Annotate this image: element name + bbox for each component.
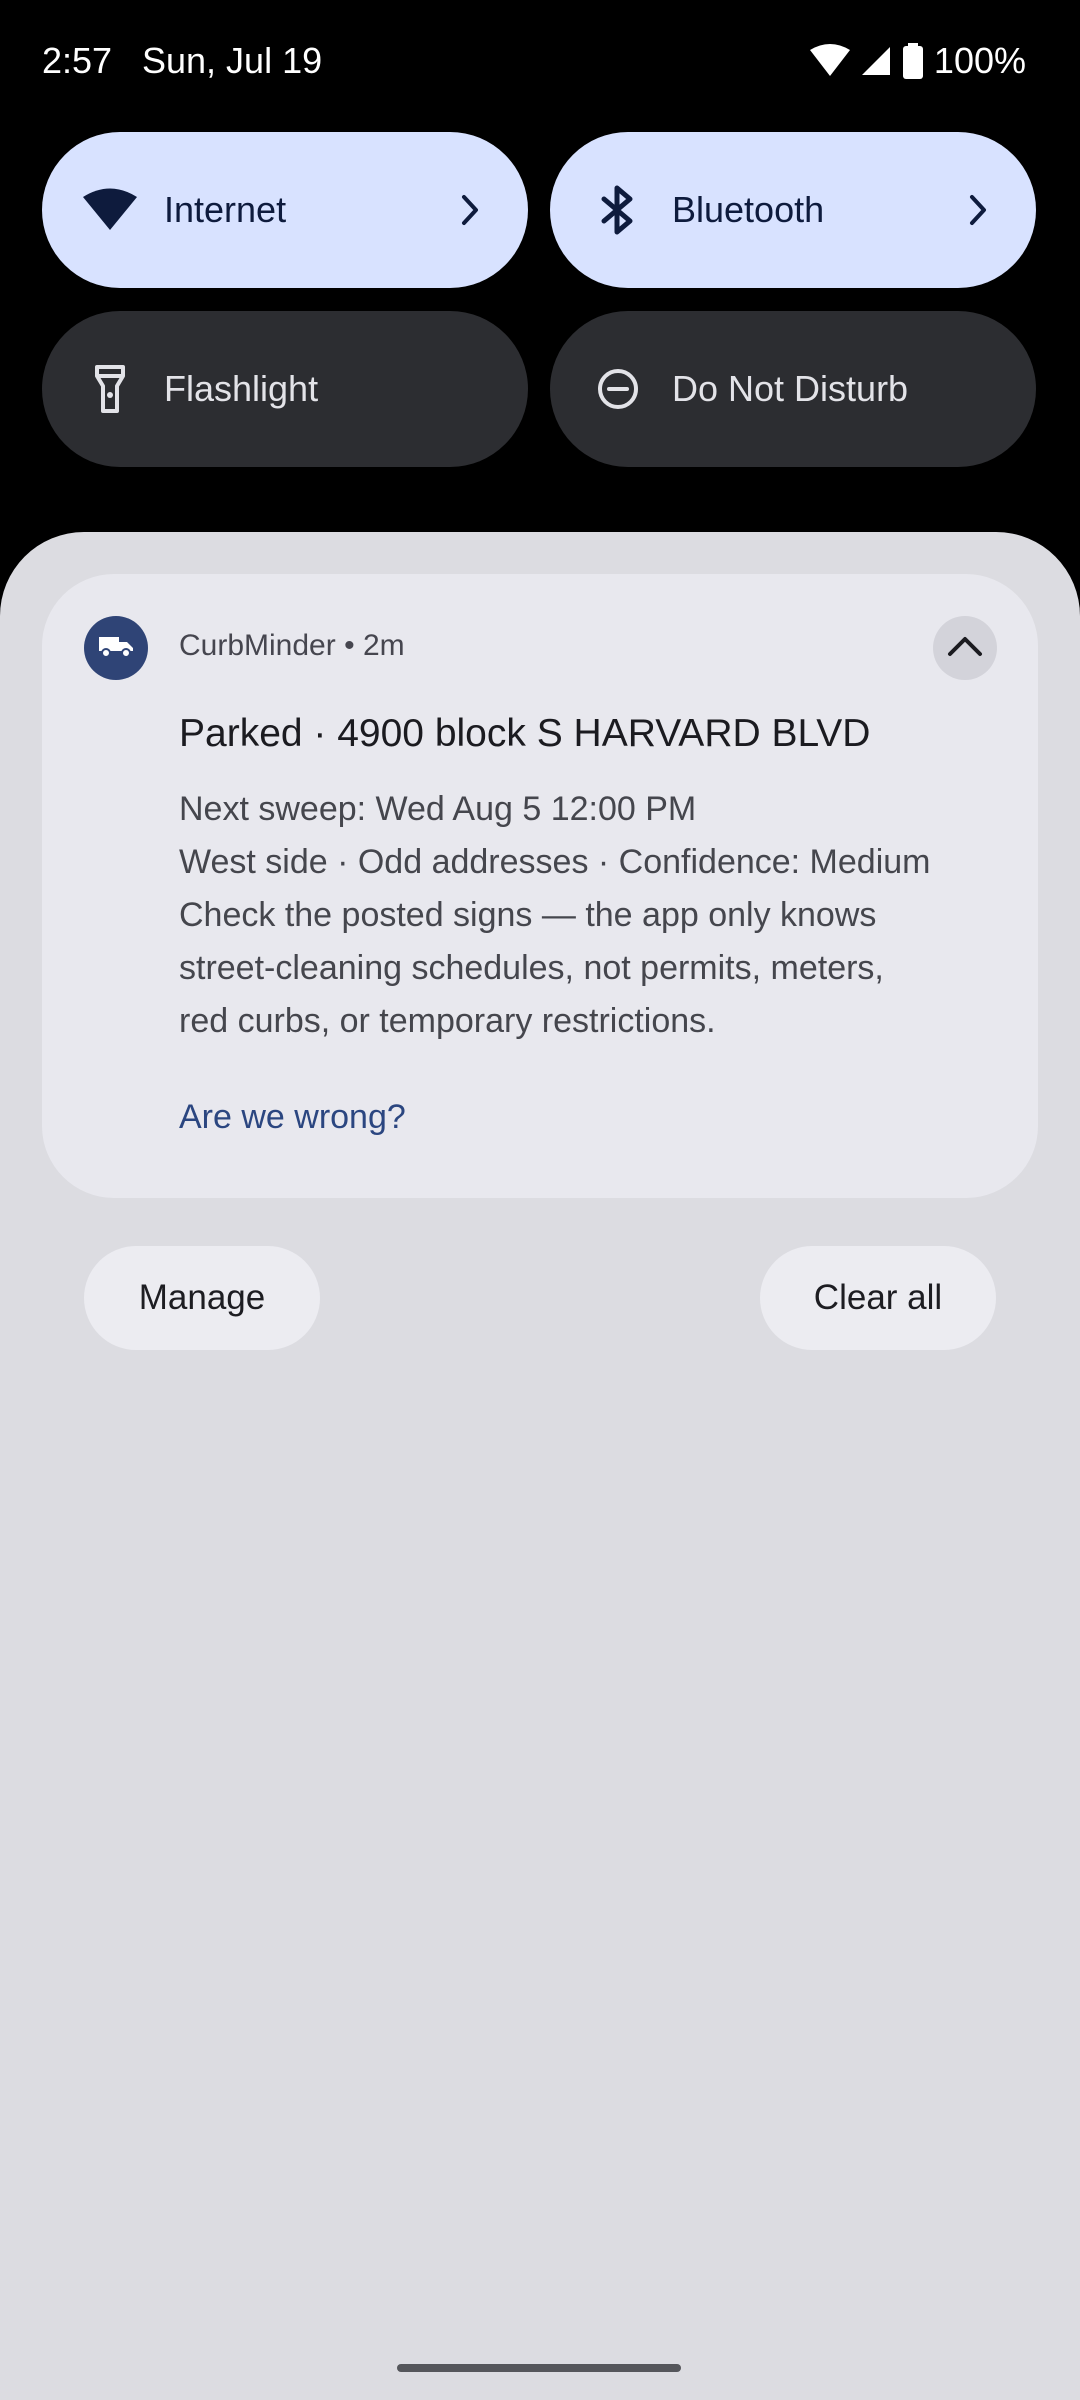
tile-internet[interactable]: Internet <box>42 132 528 288</box>
clear-all-button[interactable]: Clear all <box>760 1246 996 1350</box>
notification-title: Parked · 4900 block S HARVARD BLVD <box>179 712 871 755</box>
app-icon <box>84 616 148 680</box>
app-name: CurbMinder <box>179 629 336 662</box>
wifi-icon <box>809 44 850 78</box>
notification-age: 2m <box>362 629 405 662</box>
tile-flashlight-label: Flashlight <box>164 368 319 409</box>
tile-do-not-disturb[interactable]: Do Not Disturb <box>550 311 1036 467</box>
collapse-button[interactable] <box>933 616 997 680</box>
tile-flashlight[interactable]: Flashlight <box>42 311 528 467</box>
battery-percent: 100% <box>933 40 1026 81</box>
notification-header: CurbMinder • 2m <box>179 629 405 663</box>
are-we-wrong-link[interactable]: Are we wrong? <box>179 1098 406 1137</box>
body-line: red curbs, or temporary restrictions. <box>179 1002 716 1040</box>
header-separator: • <box>344 629 355 662</box>
cell-signal-icon <box>860 45 892 77</box>
manage-button[interactable]: Manage <box>84 1246 320 1350</box>
body-line: Next sweep: Wed Aug 5 12:00 PM <box>179 790 697 828</box>
bluetooth-icon <box>590 182 646 238</box>
tile-bluetooth[interactable]: Bluetooth <box>550 132 1036 288</box>
chevron-right-icon <box>962 190 994 230</box>
tile-internet-label: Internet <box>164 189 287 230</box>
do-not-disturb-icon <box>590 361 646 417</box>
gesture-nav-handle[interactable] <box>397 2364 681 2372</box>
status-date: Sun, Jul 19 <box>142 40 323 81</box>
status-bar: 2:57 Sun, Jul 19 100% <box>0 0 1080 124</box>
tile-do-not-disturb-label: Do Not Disturb <box>672 368 909 409</box>
status-time: 2:57 <box>42 40 113 81</box>
body-line: Check the posted signs — the app only kn… <box>179 896 877 934</box>
chevron-right-icon <box>454 190 486 230</box>
body-line: West side · Odd addresses · Confidence: … <box>179 843 931 881</box>
notification-body: Next sweep: Wed Aug 5 12:00 PM West side… <box>179 783 999 1048</box>
tile-bluetooth-label: Bluetooth <box>672 189 825 230</box>
flashlight-icon <box>82 361 138 417</box>
truck-icon <box>97 633 135 664</box>
chevron-up-icon <box>947 635 983 662</box>
wifi-icon <box>82 182 138 238</box>
battery-icon <box>902 43 924 79</box>
status-icons: 100% <box>809 40 1026 82</box>
body-line: street-cleaning schedules, not permits, … <box>179 949 884 987</box>
